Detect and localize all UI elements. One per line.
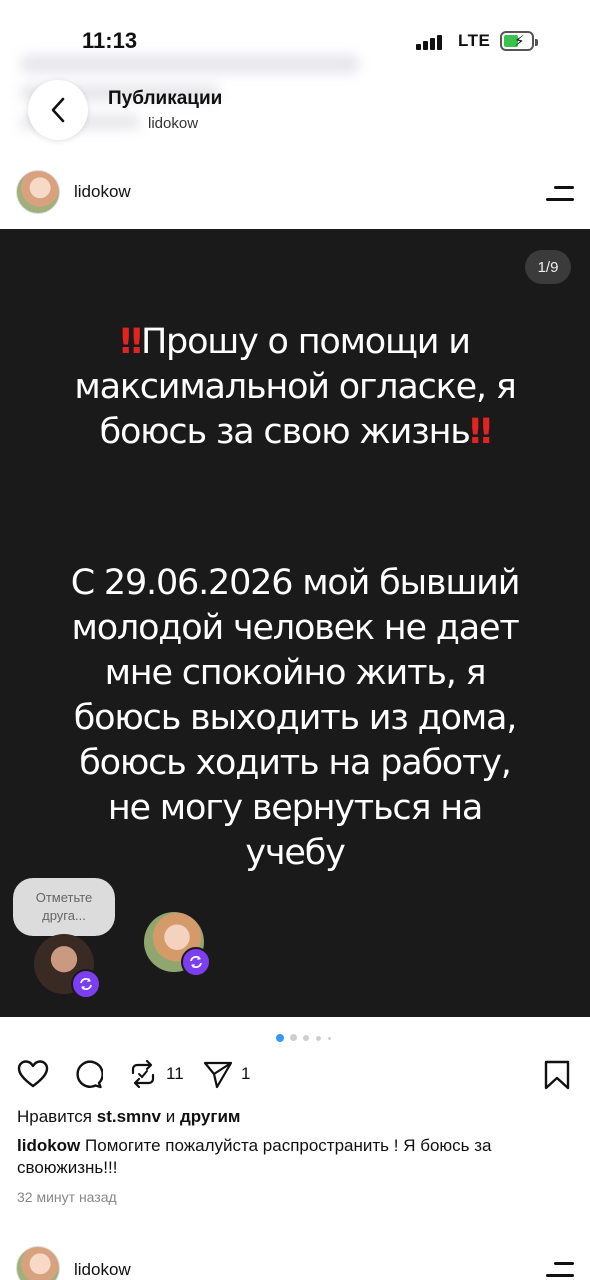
post-text-block-2: С 29.06.2026 мой бывший молодой человек … [20, 561, 570, 876]
repost-badge-icon [71, 969, 101, 999]
post-username[interactable]: lidokow [74, 1260, 131, 1280]
carousel-dot [328, 1037, 331, 1040]
text-line-1: ‼Прошу о помощи и [120, 322, 471, 362]
post-header: lidokow [0, 168, 590, 218]
avatar[interactable] [16, 170, 60, 214]
likes-text[interactable]: Нравится st.smnv и другим [17, 1107, 240, 1127]
caption-text: Помогите пожалуйста распространить ! Я б… [17, 1136, 492, 1177]
double-exclamation-icon: ‼ [120, 322, 142, 362]
back-button[interactable] [28, 80, 88, 140]
next-post-header: lidokow [0, 1240, 590, 1280]
carousel-dot [316, 1036, 321, 1041]
battery-icon: ⚡ [500, 31, 534, 51]
post-username[interactable]: lidokow [74, 182, 131, 202]
post-text-block-1: ‼Прошу о помощи и максимальной огласке, … [20, 320, 570, 455]
likes-user: st.smnv [96, 1107, 161, 1126]
page-title: Публикации [108, 88, 223, 109]
comment-icon[interactable] [73, 1059, 103, 1089]
text-line-3: боюсь за свою жизнь‼ [99, 412, 492, 452]
text-line: молодой человек не дает [71, 608, 519, 648]
network-label: LTE [458, 31, 491, 50]
carousel-dot [290, 1034, 297, 1041]
battery-tip [535, 39, 538, 46]
signal-icon [416, 32, 450, 50]
text-line: мне спокойно жить, я [104, 653, 487, 693]
status-time: 11:13 [82, 28, 138, 53]
repost-badge-icon [181, 947, 211, 977]
text-line: боюсь ходить на работу, [79, 743, 512, 783]
post-timestamp: 32 минут назад [17, 1189, 117, 1205]
repost-count: 11 [166, 1064, 184, 1083]
action-bar: 11 1 [0, 1055, 590, 1095]
carousel-dot [303, 1035, 309, 1041]
double-exclamation-icon: ‼ [469, 412, 492, 452]
text-line-2: максимальной огласке, я [74, 367, 516, 407]
avatar[interactable] [16, 1246, 60, 1280]
page-subtitle: lidokow [148, 115, 199, 132]
chevron-left-icon [51, 97, 65, 123]
text-line: боюсь выходить из дома, [73, 698, 518, 738]
repost-icon[interactable] [128, 1059, 158, 1089]
status-bar: 11:13 LTE ⚡ [0, 22, 590, 62]
text-line: С 29.06.2026 мой бывший [70, 563, 521, 603]
more-options-icon[interactable] [546, 186, 574, 202]
caption-username[interactable]: lidokow [17, 1136, 80, 1155]
likes-others: другим [179, 1107, 241, 1126]
more-options-icon[interactable] [546, 1262, 574, 1278]
bookmark-icon[interactable] [543, 1059, 571, 1091]
text-line: учебу [245, 833, 345, 873]
text-line: не могу вернуться на [107, 788, 484, 828]
share-count: 1 [241, 1064, 251, 1083]
page-counter: 1/9 [525, 250, 571, 284]
post-caption: lidokow Помогите пожалуйста распространи… [17, 1135, 577, 1179]
carousel-dot-active [276, 1034, 284, 1042]
heart-icon[interactable] [17, 1059, 49, 1089]
share-icon[interactable] [202, 1059, 234, 1089]
tag-friend-bubble[interactable]: Отметьте друга... [13, 878, 115, 936]
